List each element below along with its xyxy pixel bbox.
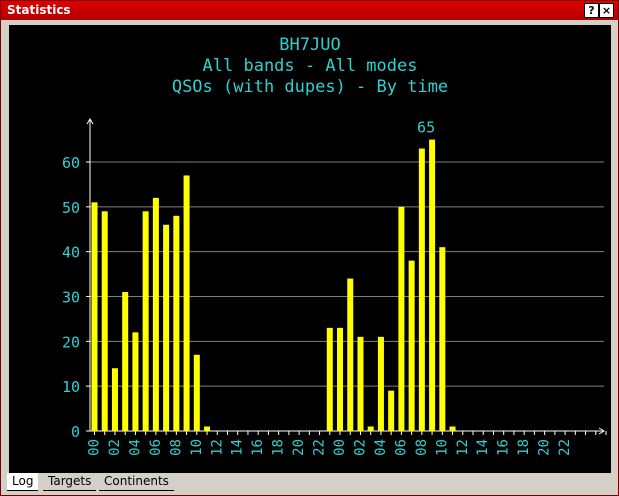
bar	[429, 139, 436, 431]
tab-continents[interactable]: Continents	[99, 473, 174, 491]
help-button[interactable]: ?	[584, 3, 599, 18]
x-tick-label: 00	[87, 439, 103, 456]
bar	[122, 292, 129, 431]
x-tick-label: 20	[291, 439, 307, 456]
x-tick-label: 20	[537, 439, 553, 456]
tab-log[interactable]: Log	[7, 473, 39, 491]
title-bar[interactable]: Statistics ? ×	[1, 1, 618, 20]
bar	[132, 332, 139, 431]
x-tick-label: 10	[189, 439, 205, 456]
x-tick-label: 18	[516, 439, 532, 456]
x-tick-label: 10	[434, 439, 450, 456]
x-tick-label: 02	[107, 439, 123, 456]
y-tick-label: 10	[62, 378, 80, 396]
bar	[193, 354, 200, 431]
x-tick-label: 02	[352, 439, 368, 456]
bar	[388, 390, 395, 431]
x-tick-label: 14	[475, 439, 491, 456]
bar	[439, 247, 446, 431]
x-tick-label: 04	[373, 439, 389, 456]
bar	[398, 206, 405, 431]
bar	[367, 426, 374, 431]
x-tick-label: 16	[250, 439, 266, 456]
statistics-window: Statistics ? × BH7JUO All bands - All mo…	[0, 0, 619, 496]
tab-strip: Log Targets Continents	[7, 473, 407, 493]
bar	[183, 175, 190, 431]
x-tick-label: 08	[414, 439, 430, 456]
x-tick-label: 06	[393, 439, 409, 456]
x-tick-label: 12	[455, 439, 471, 456]
bar	[173, 215, 180, 431]
x-tick-label: 04	[127, 439, 143, 456]
x-tick-label: 16	[496, 439, 512, 456]
x-tick-label: 06	[148, 439, 164, 456]
y-tick-label: 30	[62, 289, 80, 307]
bar	[142, 211, 149, 431]
x-tick-label: 08	[168, 439, 184, 456]
bar	[326, 327, 333, 431]
chart-area: BH7JUO All bands - All modes QSOs (with …	[9, 25, 611, 473]
bar	[347, 278, 354, 431]
bar	[204, 426, 211, 431]
y-tick-label: 50	[62, 199, 80, 217]
bar	[91, 202, 98, 431]
y-tick-label: 60	[62, 154, 80, 172]
bar	[101, 211, 108, 431]
y-tick-label: 0	[71, 423, 80, 441]
close-button[interactable]: ×	[599, 3, 614, 18]
tab-targets[interactable]: Targets	[43, 473, 97, 491]
bar-chart: 01020304050606500 02 04 06 08 10 12 14 16 18 20 22 0…	[62, 118, 607, 456]
bar	[337, 327, 344, 431]
bar	[418, 148, 425, 432]
window-title: Statistics	[7, 3, 71, 17]
bar	[111, 368, 118, 431]
x-tick-label: 00	[332, 439, 348, 456]
x-tick-label: 22	[312, 439, 328, 456]
x-tick-label: 14	[230, 439, 246, 456]
x-tick-label: 18	[271, 439, 287, 456]
x-tick-label: 22	[557, 439, 573, 456]
bar	[357, 336, 364, 431]
bar	[449, 426, 456, 431]
bar	[377, 336, 384, 431]
peak-value-label: 65	[417, 119, 435, 137]
bar	[152, 197, 159, 431]
bar	[163, 224, 170, 431]
x-tick-label: 12	[209, 439, 225, 456]
y-tick-label: 40	[62, 244, 80, 262]
y-tick-label: 20	[62, 333, 80, 351]
bar	[408, 260, 415, 431]
